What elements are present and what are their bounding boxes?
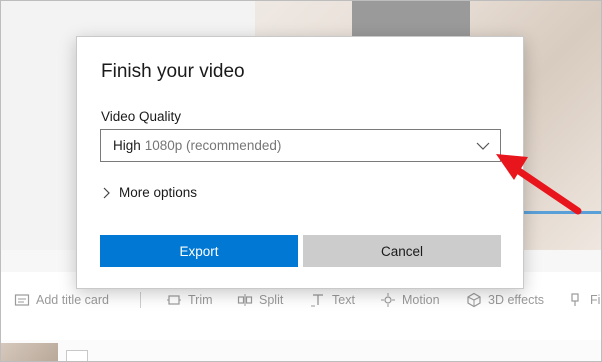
video-quality-detail: 1080p (recommended) [144, 138, 282, 153]
storyboard-strip [0, 340, 602, 362]
text-button[interactable]: Text [310, 285, 355, 315]
trim-button[interactable]: Trim [166, 285, 213, 315]
split-button[interactable]: Split [237, 285, 283, 315]
storyboard-thumbnail[interactable] [0, 343, 58, 362]
title-card-icon [14, 292, 30, 308]
chevron-down-icon [476, 140, 490, 152]
storyboard-toolbar: Add title card Trim Split Text Motion 3D… [0, 285, 602, 315]
dialog-title: Finish your video [101, 61, 245, 82]
chevron-right-icon [101, 187, 111, 199]
thumbnail-checkbox[interactable] [66, 350, 88, 362]
3d-effects-icon [466, 292, 482, 308]
trim-label: Trim [188, 293, 213, 307]
trim-icon [166, 292, 182, 308]
motion-button[interactable]: Motion [380, 285, 440, 315]
add-title-card-label: Add title card [36, 293, 109, 307]
export-button[interactable]: Export [100, 235, 298, 267]
more-options-toggle[interactable]: More options [101, 185, 197, 200]
video-quality-value: High [113, 138, 141, 153]
motion-icon [380, 292, 396, 308]
filters-icon [568, 292, 584, 308]
3d-effects-label: 3D effects [488, 293, 545, 307]
more-options-label: More options [119, 185, 198, 200]
toolbar-divider [140, 292, 141, 308]
3d-effects-button[interactable]: 3D effects [466, 285, 544, 315]
split-label: Split [259, 293, 284, 307]
video-quality-label: Video Quality [101, 109, 182, 124]
text-icon [310, 292, 326, 308]
filters-button[interactable]: Fi [568, 285, 600, 315]
filters-label: Fi [590, 293, 601, 307]
add-title-card-button[interactable]: Add title card [14, 285, 109, 315]
split-icon [237, 292, 253, 308]
cancel-button[interactable]: Cancel [303, 235, 501, 267]
video-quality-dropdown[interactable]: High 1080p (recommended) [100, 129, 501, 162]
text-label: Text [332, 293, 355, 307]
motion-label: Motion [402, 293, 440, 307]
finish-video-dialog: Finish your video Video Quality High 108… [76, 36, 524, 289]
